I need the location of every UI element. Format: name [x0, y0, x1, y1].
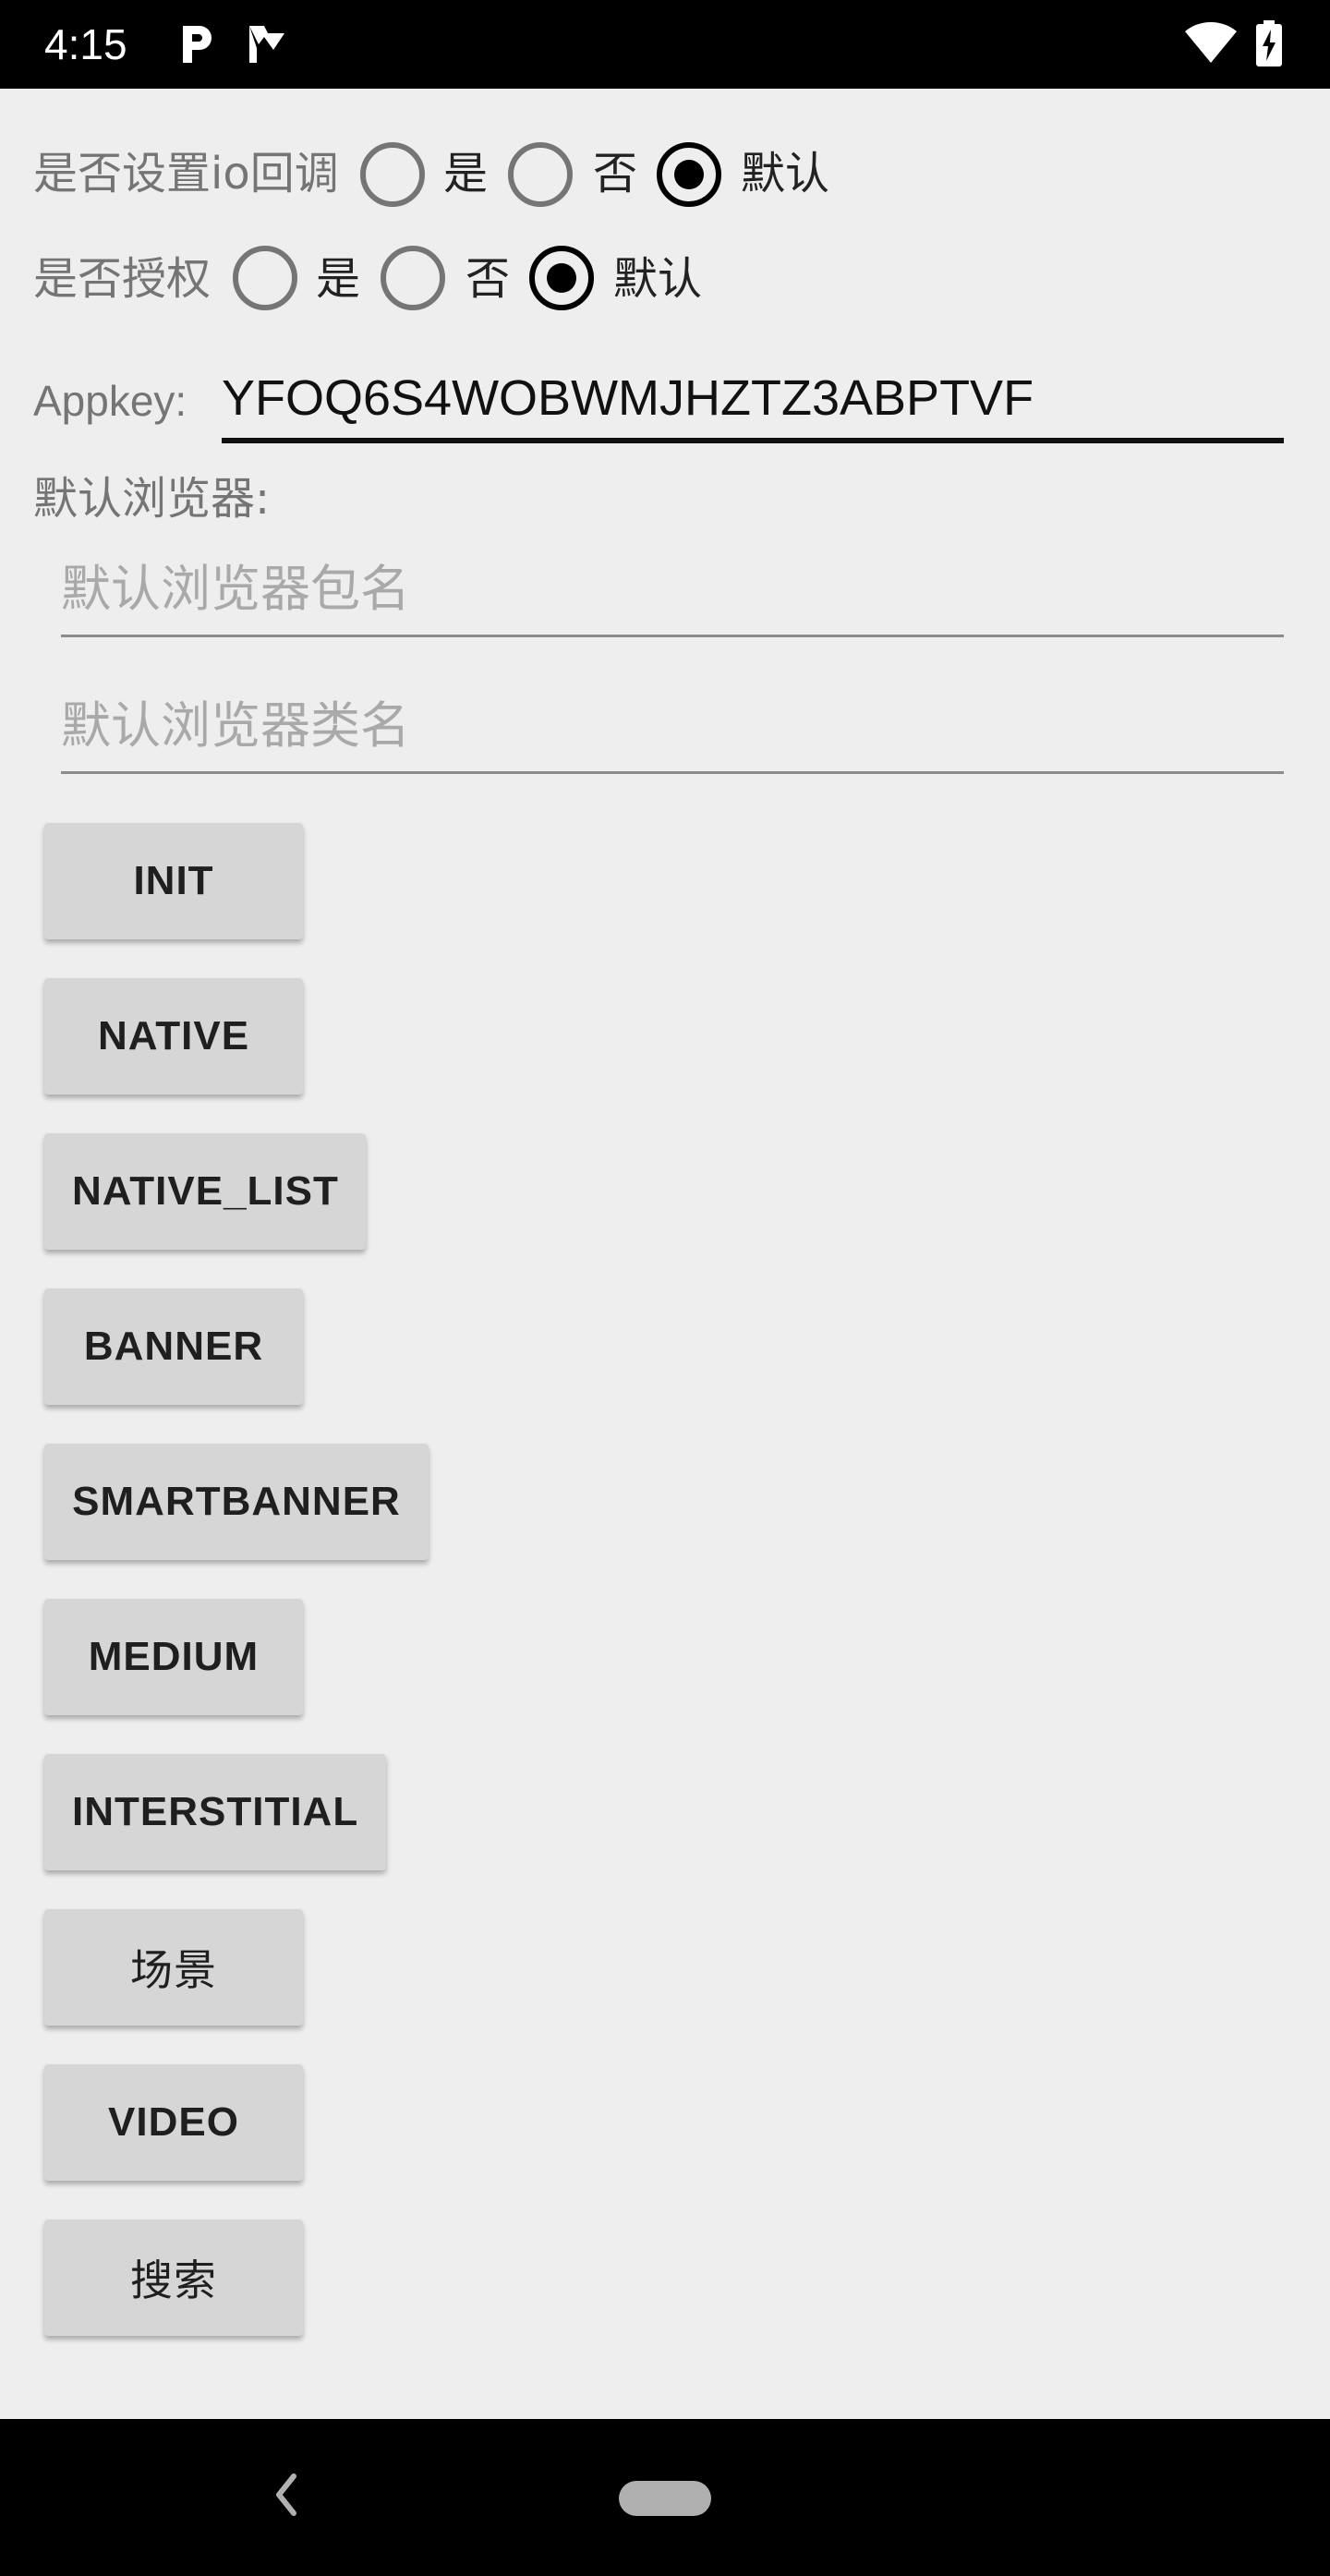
- back-icon[interactable]: [268, 2467, 305, 2522]
- home-pill[interactable]: [619, 2481, 711, 2516]
- browser-package-input[interactable]: [61, 552, 1284, 637]
- native-list-button[interactable]: NATIVE_LIST: [44, 1133, 366, 1250]
- authorize-default-label: 默认: [613, 253, 703, 305]
- banner-button[interactable]: BANNER: [44, 1288, 303, 1405]
- parking-icon: [183, 26, 212, 63]
- video-button[interactable]: VIDEO: [44, 2064, 303, 2181]
- io-callback-no-label: 否: [593, 148, 638, 200]
- io-callback-label: 是否设置io回调: [33, 148, 339, 200]
- scene-button[interactable]: 场景: [44, 1909, 303, 2026]
- interstitial-button[interactable]: INTERSTITIAL: [44, 1754, 386, 1870]
- authorize-no-radio[interactable]: [381, 246, 445, 310]
- authorize-yes-label: 是: [316, 253, 361, 305]
- search-button[interactable]: 搜索: [44, 2219, 303, 2336]
- io-callback-default-radio[interactable]: [657, 142, 721, 207]
- authorize-no-label: 否: [466, 253, 511, 305]
- io-callback-yes-radio[interactable]: [360, 142, 425, 207]
- native-button[interactable]: NATIVE: [44, 978, 303, 1094]
- authorize-yes-radio[interactable]: [233, 246, 297, 310]
- appkey-input[interactable]: YFOQ6S4WOBWMJHZTZ3ABPTVF: [222, 368, 1284, 429]
- io-callback-default-label: 默认: [741, 148, 830, 200]
- init-button[interactable]: INIT: [44, 823, 303, 939]
- smartbanner-button[interactable]: SMARTBANNER: [44, 1444, 429, 1560]
- wifi-icon: [1185, 21, 1237, 63]
- default-browser-label: 默认浏览器:: [33, 473, 271, 525]
- authorize-label: 是否授权: [33, 253, 212, 305]
- battery-icon: [1256, 20, 1282, 67]
- appkey-label: Appkey:: [33, 377, 187, 425]
- medium-button[interactable]: MEDIUM: [44, 1599, 303, 1715]
- appkey-underline: [222, 438, 1284, 443]
- io-callback-no-radio[interactable]: [508, 142, 573, 207]
- status-time: 4:15: [44, 20, 127, 68]
- io-callback-yes-label: 是: [443, 148, 489, 200]
- status-bar: 4:15: [0, 0, 1330, 89]
- navigation-bar: [0, 2419, 1330, 2576]
- browser-class-input[interactable]: [61, 689, 1284, 774]
- check-flag-icon: [249, 26, 284, 63]
- authorize-default-radio[interactable]: [529, 246, 594, 310]
